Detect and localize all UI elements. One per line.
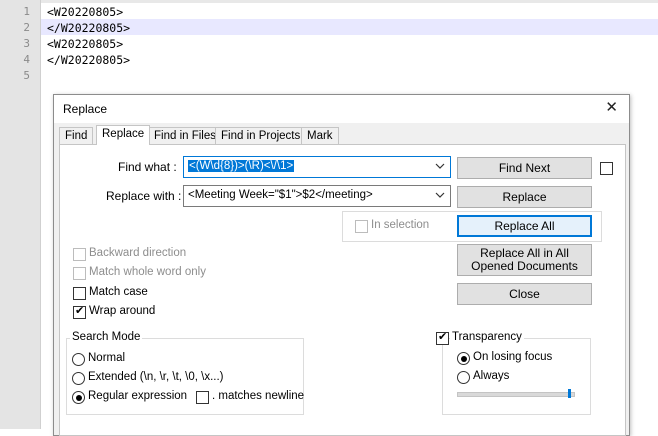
regular-expression-label: Regular expression	[88, 390, 188, 402]
replace-with-label: Replace with :	[106, 189, 182, 203]
always-label: Always	[473, 370, 510, 382]
tab-mark[interactable]: Mark	[301, 127, 339, 145]
backward-direction-label: Backward direction	[89, 247, 187, 259]
editor-top-strip	[41, 0, 658, 3]
backward-direction-checkbox[interactable]	[73, 248, 86, 261]
find-what-input[interactable]: <(W\d{8})>(\R)<\/\1>	[183, 156, 451, 178]
find-next-option-checkbox[interactable]	[600, 162, 613, 175]
dialog-titlebar[interactable]: Replace ✕	[54, 95, 629, 123]
replace-dialog: Replace ✕ Find Replace Find in Files Fin…	[53, 94, 630, 436]
checkmark-icon: ✔	[75, 305, 85, 317]
close-button[interactable]: Close	[457, 283, 592, 305]
on-losing-focus-radio[interactable]	[457, 352, 470, 365]
find-what-value: <(W\d{8})>(\R)<\/\1>	[188, 160, 295, 172]
in-selection-checkbox[interactable]	[355, 220, 368, 233]
current-line-highlight	[41, 19, 658, 35]
extended-radio[interactable]	[72, 372, 85, 385]
code-line[interactable]: <W20220805>	[47, 4, 123, 20]
line-number: 2	[23, 21, 30, 34]
transparency-slider-track[interactable]	[457, 392, 575, 397]
normal-radio[interactable]	[72, 353, 85, 366]
matches-newline-label: . matches newline	[212, 390, 305, 402]
checkmark-icon: ✔	[438, 331, 448, 343]
line-number: 1	[23, 5, 30, 18]
radio-dot	[75, 394, 82, 401]
match-whole-word-checkbox[interactable]	[73, 267, 86, 280]
line-number: 5	[23, 69, 30, 82]
in-selection-label: In selection	[371, 219, 430, 231]
transparency-label: Transparency	[450, 331, 524, 343]
transparency-checkbox[interactable]: ✔	[436, 331, 449, 345]
chevron-down-icon[interactable]	[434, 189, 446, 201]
replace-with-value: <Meeting Week="$1">$2</meeting>	[188, 189, 373, 201]
replace-with-input[interactable]: <Meeting Week="$1">$2</meeting>	[183, 185, 451, 207]
tab-find-in-files[interactable]: Find in Files	[148, 127, 222, 145]
find-next-button[interactable]: Find Next	[457, 157, 592, 179]
code-line[interactable]: </W20220805>	[47, 20, 130, 36]
match-whole-word-label: Match whole word only	[89, 266, 206, 278]
dialog-title: Replace	[63, 102, 108, 116]
replace-all-opened-button[interactable]: Replace All in All Opened Documents	[457, 244, 592, 276]
regular-expression-radio[interactable]	[72, 391, 85, 404]
find-what-label: Find what :	[118, 160, 177, 174]
replace-tab-panel: Find what : <(W\d{8})>(\R)<\/\1> Replace…	[59, 144, 626, 436]
tab-find-in-projects[interactable]: Find in Projects	[215, 127, 307, 145]
tab-find[interactable]: Find	[59, 127, 94, 145]
extended-label: Extended (\n, \r, \t, \0, \x...)	[88, 371, 224, 383]
matches-newline-checkbox[interactable]	[196, 391, 209, 404]
radio-dot	[460, 355, 467, 362]
code-line[interactable]: </W20220805>	[47, 52, 130, 68]
replace-button[interactable]: Replace	[457, 186, 592, 208]
transparency-slider-thumb[interactable]	[568, 389, 571, 398]
line-number: 3	[23, 37, 30, 50]
tab-replace[interactable]: Replace	[96, 125, 151, 145]
always-radio[interactable]	[457, 371, 470, 384]
line-number: 4	[23, 53, 30, 66]
code-line[interactable]: <W20220805>	[47, 36, 123, 52]
wrap-around-checkbox[interactable]: ✔	[73, 305, 86, 319]
chevron-down-icon[interactable]	[434, 160, 446, 172]
match-case-label: Match case	[89, 286, 148, 298]
normal-label: Normal	[88, 352, 126, 364]
match-case-checkbox[interactable]	[73, 287, 86, 300]
wrap-around-label: Wrap around	[89, 305, 156, 317]
line-number-gutter: 1 2 3 4 5	[0, 0, 41, 429]
on-losing-focus-label: On losing focus	[473, 351, 553, 363]
replace-all-button[interactable]: Replace All	[457, 215, 592, 237]
search-mode-title: Search Mode	[70, 331, 143, 343]
close-icon[interactable]: ✕	[605, 100, 618, 116]
